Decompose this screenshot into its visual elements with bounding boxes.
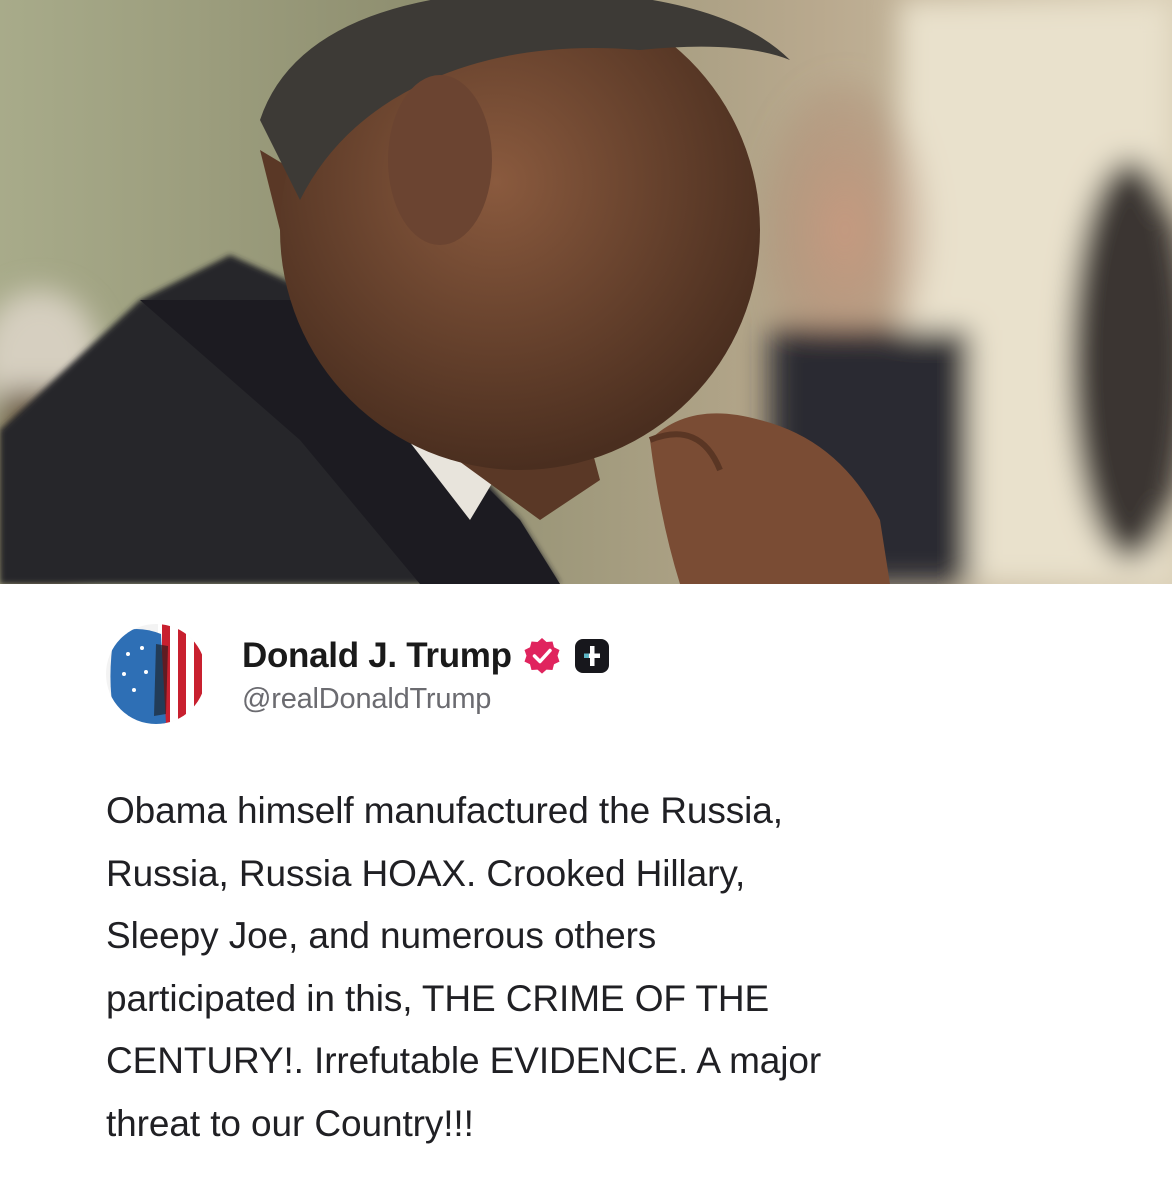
name-row: Donald J. Trump [242, 635, 610, 677]
author-info: Donald J. Trump @realDonaldTrump [242, 635, 610, 716]
post-header: Donald J. Trump @realDonaldTrump [106, 624, 610, 724]
truth-social-plus-icon [574, 638, 610, 674]
author-avatar[interactable] [106, 624, 206, 724]
photo-image [0, 0, 1172, 584]
post-photo[interactable] [0, 0, 1172, 584]
author-name[interactable]: Donald J. Trump [242, 636, 512, 676]
truth-post-card: Donald J. Trump @realDonaldTrump Obama h… [0, 584, 1172, 1200]
avatar-image [106, 624, 206, 724]
verified-badge-icon [522, 636, 562, 676]
author-handle[interactable]: @realDonaldTrump [242, 683, 610, 716]
post-text: Obama himself manufactured the Russia, R… [106, 790, 822, 1144]
